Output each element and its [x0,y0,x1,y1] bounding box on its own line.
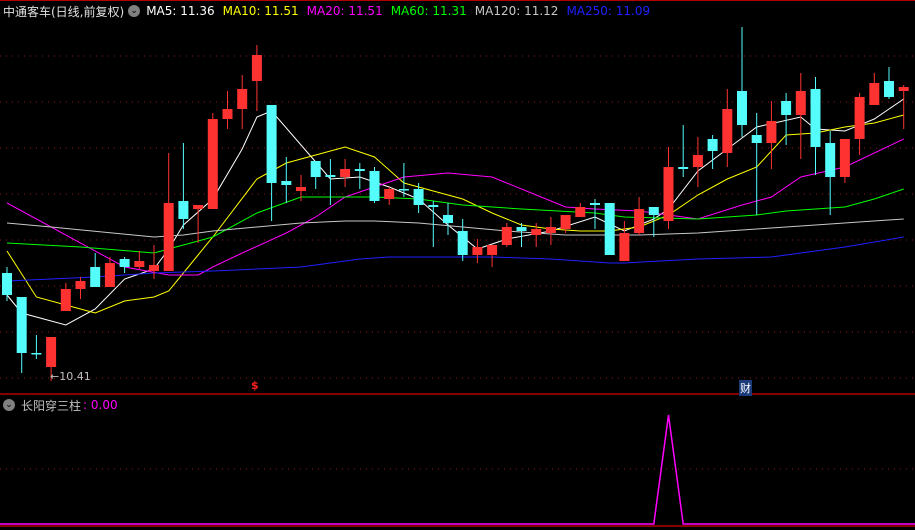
ma10-label: MA10: 11.51 [222,4,299,18]
main-panel-header: 中通客车(日线,前复权) ⌄ MA5: 11.36 MA10: 11.51 MA… [0,0,658,22]
candle-up [692,155,703,167]
candle-up [340,169,351,177]
ma250-label: MA250: 11.09 [566,4,651,18]
candle-up [296,187,306,191]
candle-up [634,209,645,233]
chart-canvas[interactable] [0,0,915,530]
candle-up [575,207,586,217]
candle-down [648,207,659,215]
candle-up [869,83,880,105]
ma-line-ma250 [6,236,904,282]
candle-up [46,337,57,367]
indicator-value: : 0.00 [83,398,118,412]
candle-up [795,91,806,115]
candle-down [413,189,424,205]
candle-down [428,205,439,207]
ma60-label: MA60: 11.31 [390,4,467,18]
candle-down [90,267,101,287]
candle-down [604,203,615,255]
candle-down [678,167,689,169]
candle-down [266,105,277,183]
ma20-label: MA20: 11.51 [306,4,383,18]
candle-up [60,289,71,311]
candle-down [281,181,292,185]
candle-up [545,227,556,233]
ma-line-ma10 [6,114,904,314]
candle-down [31,353,42,355]
candle-up [663,167,674,221]
candle-down [16,297,27,353]
candle-down [810,89,821,147]
stock-chart-window: 中通客车(日线,前复权) ⌄ MA5: 11.36 MA10: 11.51 MA… [0,0,915,530]
candle-up [251,55,262,81]
candle-up [501,227,512,245]
ma120-label: MA120: 11.12 [474,4,559,18]
candle-down [884,81,894,97]
candle-up [222,109,233,119]
candle-up [163,203,174,271]
s-marker[interactable]: $ [251,379,259,392]
candle-down [310,161,321,177]
stock-title: 中通客车(日线,前复权) [3,4,125,19]
indicator-panel-header: ⌄ 长阳穿三柱 : 0.00 [0,394,126,416]
chevron-down-icon[interactable]: ⌄ [3,399,15,411]
candle-up [531,229,542,235]
candle-down [398,189,409,191]
candle-down [443,215,453,223]
candle-down [325,175,336,177]
candle-up [104,263,115,287]
candle-down [119,259,130,267]
candle-up [766,121,777,143]
candle-down [2,273,12,295]
candle-up [134,261,145,267]
indicator-name: 长阳穿三柱 [21,398,82,413]
candle-down [590,203,600,205]
finance-marker[interactable]: 财 [739,380,752,396]
candle-down [737,91,747,125]
candle-up [472,247,483,255]
candle-down [369,171,380,201]
candle-up [193,205,204,209]
candle-down [707,139,718,151]
candle-up [560,215,571,229]
candle-up [854,97,865,139]
ma5-label: MA5: 11.36 [146,4,215,18]
candle-up [898,87,909,91]
candle-down [178,201,189,219]
candle-down [751,135,762,143]
ma-line-ma20 [6,138,904,276]
candle-down [781,101,792,115]
indicator-line [0,414,915,525]
candle-up [75,281,86,289]
candle-up [207,119,218,209]
candle-down [825,143,836,177]
chevron-down-icon[interactable]: ⌄ [128,5,141,17]
ma-line-ma60 [6,188,904,254]
candle-down [516,227,527,231]
candle-up [839,139,850,177]
candle-up [722,109,733,153]
candle-up [149,265,159,271]
low-price-label: ←10.41 [50,370,91,383]
candle-up [487,245,498,255]
candle-down [354,169,365,171]
ma-line-ma120 [6,218,904,238]
candle-up [384,189,395,199]
candle-up [619,233,630,261]
candle-up [237,89,248,109]
candle-down [457,231,468,255]
